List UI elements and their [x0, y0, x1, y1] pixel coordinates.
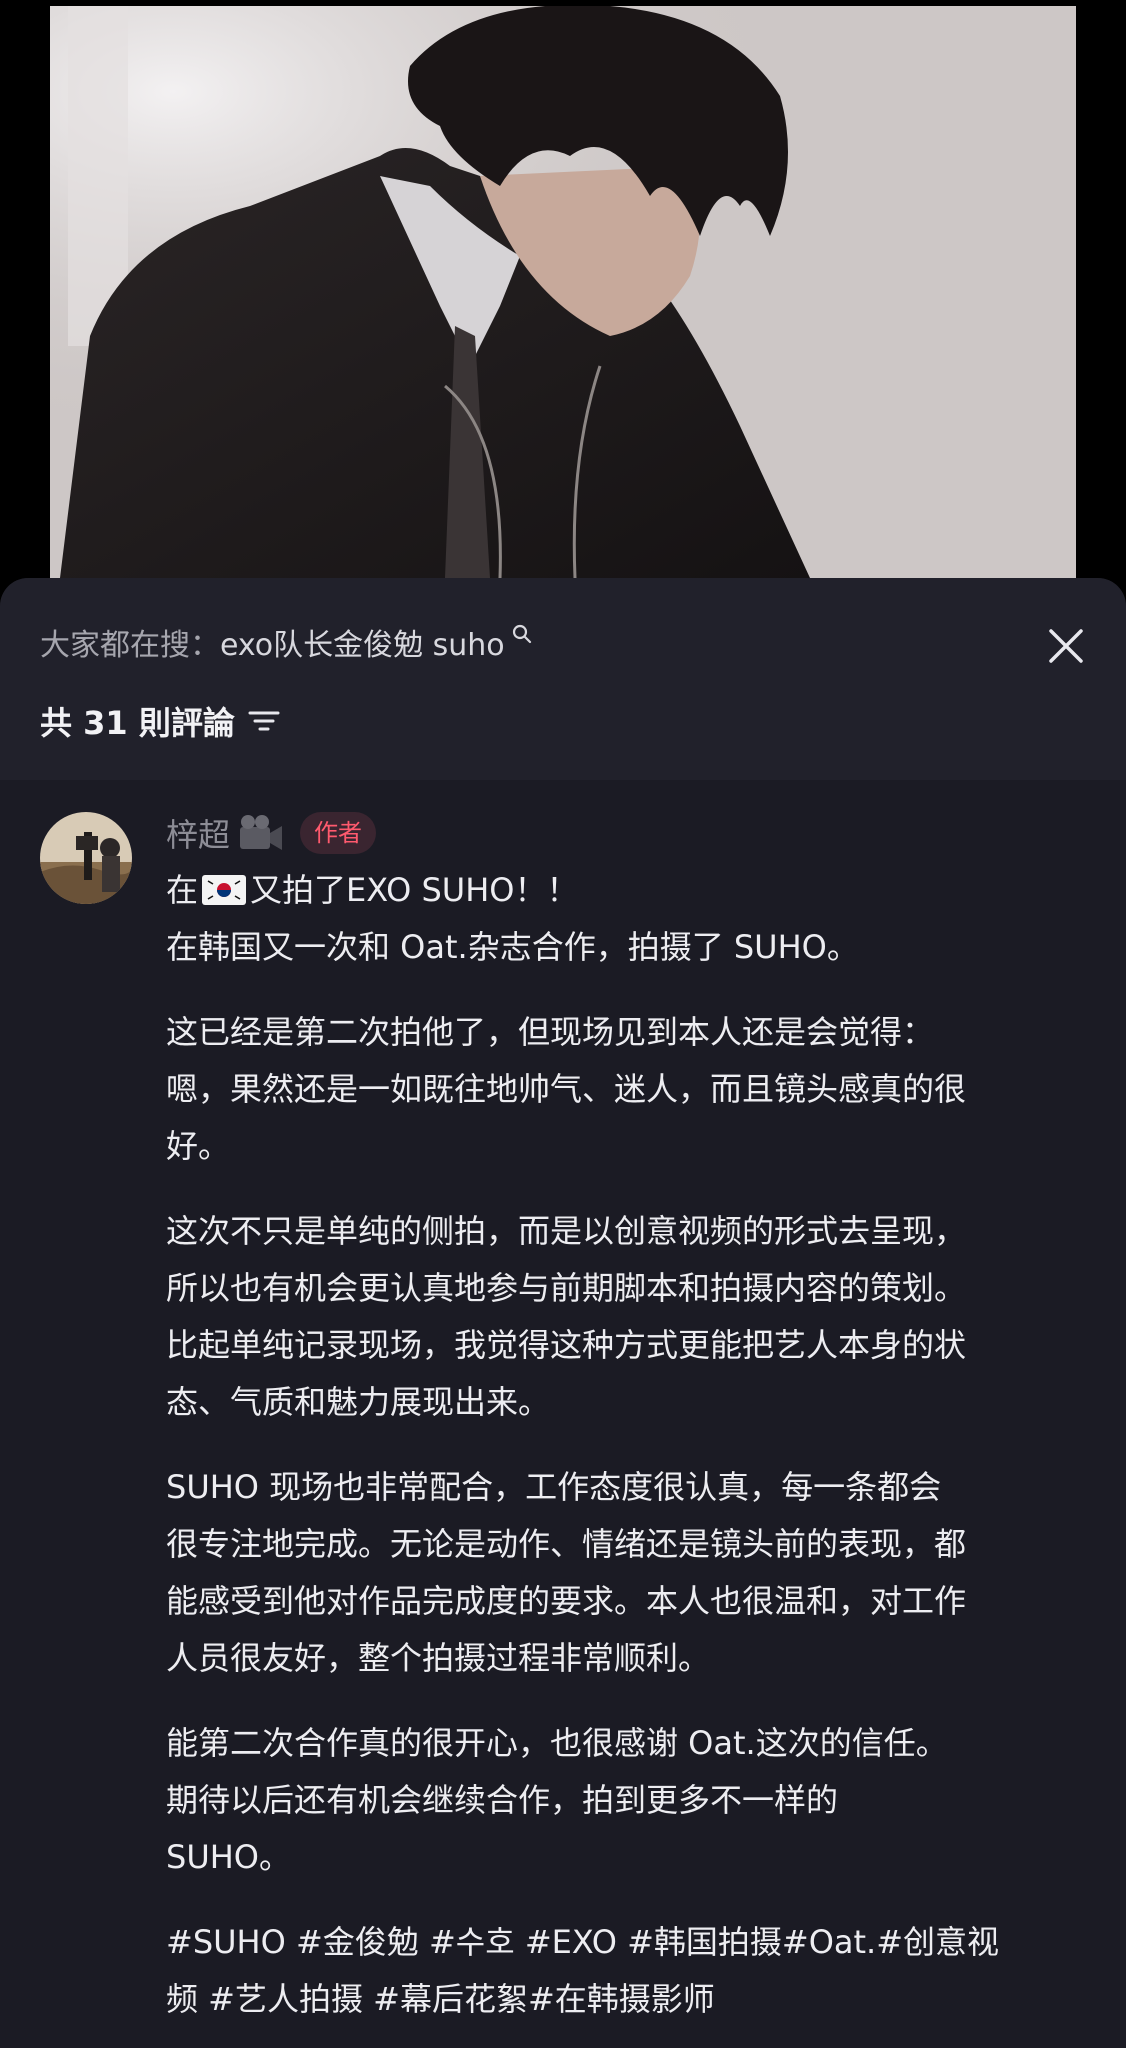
comment-paragraph: 这已经是第二次拍他了，但现场见到本人还是会觉得： 嗯，果然还是一如既往地帅气、迷…: [166, 1004, 1096, 1175]
author-badge: 作者: [300, 812, 377, 854]
video-frame-image: [50, 6, 1076, 578]
search-suggestion[interactable]: 大家都在搜： exo队长金俊勉 suho: [40, 618, 533, 666]
comment-count-label: 共 31 則評論: [40, 704, 235, 742]
close-icon: [1049, 629, 1083, 663]
comment-line: SUHO。: [166, 1838, 291, 1876]
comment-line: 这次不只是单纯的侧拍，而是以创意视频的形式去呈现，: [166, 1212, 967, 1250]
search-suggestion-prefix: 大家都在搜：: [40, 628, 220, 663]
comment-line: SUHO 现场也非常配合，工作态度很认真，每一条都会: [166, 1468, 942, 1506]
comment-line: 嗯，果然还是一如既往地帅气、迷人，而且镜头感真的很: [166, 1070, 967, 1108]
sort-icon[interactable]: [247, 704, 281, 738]
hashtag-line[interactable]: 频 #艺人拍摄 #幕后花絮#在韩摄影师: [166, 1971, 1096, 2028]
comment-line: 能第二次合作真的很开心，也很感谢 Oat.这次的信任。: [166, 1724, 948, 1762]
search-icon: [512, 624, 531, 644]
comment-count: 共 31 則評論: [40, 696, 281, 746]
comment-line: 很专注地完成。无论是动作、情绪还是镜头前的表现，都: [166, 1525, 967, 1563]
comment-line: 态、气质和魅力展现出来。: [166, 1383, 551, 1421]
comment-paragraph: 能第二次合作真的很开心，也很感谢 Oat.这次的信任。 期待以后还有机会继续合作…: [166, 1715, 1096, 1886]
comment-paragraph: 在又拍了EXO SUHO！！ 在韩国又一次和 Oat.杂志合作，拍摄了 SUHO…: [166, 862, 1096, 976]
comments-sheet: 大家都在搜： exo队长金俊勉 suho 共 31 則評論 梓超 作者 在 又拍…: [0, 578, 1126, 2048]
avatar[interactable]: [40, 812, 132, 904]
comment-text: 在又拍了EXO SUHO！！ 在韩国又一次和 Oat.杂志合作，拍摄了 SUHO…: [166, 862, 1096, 2028]
comment-line: 所以也有机会更认真地参与前期脚本和拍摄内容的策划。: [166, 1269, 967, 1307]
avatar-image: [40, 812, 132, 904]
comment-author-row: 梓超 作者: [166, 804, 1096, 862]
video-player[interactable]: [50, 6, 1076, 578]
korea-flag-icon: [202, 875, 247, 905]
search-suggestion-term: exo队长金俊勉 suho: [220, 628, 505, 663]
comment-hashtags[interactable]: #SUHO #金俊勉 #수호 #EXO #韩国拍摄#Oat.#创意视 频 #艺人…: [166, 1914, 1096, 2028]
comment-author-name[interactable]: 梓超: [166, 810, 230, 856]
camera-icon: [240, 815, 283, 850]
comment-line: 这已经是第二次拍他了，但现场见到本人还是会觉得：: [166, 1013, 935, 1051]
close-button[interactable]: [1038, 618, 1094, 674]
comment-line: 在韩国又一次和 Oat.杂志合作，拍摄了 SUHO。: [166, 928, 859, 966]
comment-line: 人员很友好，整个拍摄过程非常顺利。: [166, 1639, 711, 1677]
comment-line: 期待以后还有机会继续合作，拍到更多不一样的: [166, 1781, 839, 1819]
comment-line: 比起单纯记录现场，我觉得这种方式更能把艺人本身的状: [166, 1326, 967, 1364]
comment-paragraph: SUHO 现场也非常配合，工作态度很认真，每一条都会 很专注地完成。无论是动作、…: [166, 1459, 1096, 1687]
comments-header: 大家都在搜： exo队长金俊勉 suho 共 31 則評論: [0, 578, 1126, 780]
comment-line: 能感受到他对作品完成度的要求。本人也很温和，对工作: [166, 1582, 967, 1620]
comment-line: 好。: [166, 1127, 231, 1165]
hashtag-line[interactable]: #SUHO #金俊勉 #수호 #EXO #韩国拍摄#Oat.#创意视: [166, 1914, 1096, 1971]
comment: 梓超 作者 在又拍了EXO SUHO！！ 在韩国又一次和 Oat.杂志合作，拍摄…: [166, 804, 1096, 2048]
screen: 大家都在搜： exo队长金俊勉 suho 共 31 則評論 梓超 作者 在 又拍…: [0, 0, 1126, 2048]
comment-line: 在又拍了EXO SUHO！！: [166, 871, 579, 909]
comment-paragraph: 这次不只是单纯的侧拍，而是以创意视频的形式去呈现， 所以也有机会更认真地参与前期…: [166, 1203, 1096, 1431]
